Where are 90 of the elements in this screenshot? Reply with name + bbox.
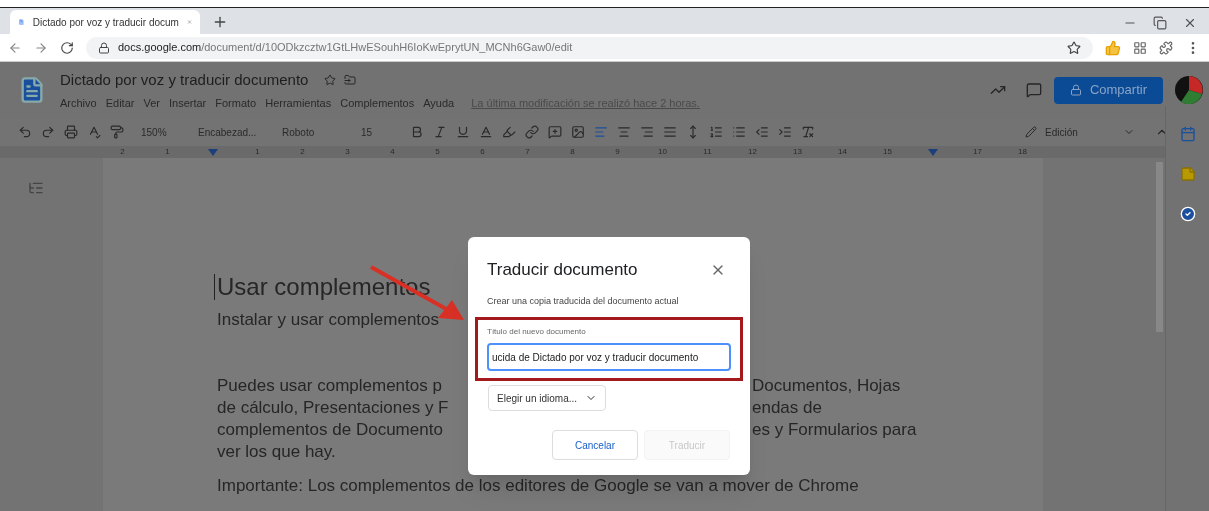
pencil-icon[interactable] (1025, 126, 1037, 138)
indent-marker-icon[interactable] (207, 148, 218, 156)
lock-icon (1069, 84, 1082, 96)
star-icon[interactable] (1067, 40, 1081, 55)
document-title[interactable]: Dictado por voz y traducir documento (60, 68, 309, 91)
menu-item[interactable]: Ayuda (423, 95, 455, 112)
paragraph-text: de cálculo, Presentaciones y F (217, 398, 449, 417)
menu-item[interactable]: Formato (215, 95, 257, 112)
paragraph-text: Puedes usar complementos p (217, 376, 442, 395)
image-icon[interactable] (571, 125, 585, 139)
text-color-icon[interactable] (479, 125, 493, 139)
outline-icon[interactable] (28, 180, 44, 196)
calendar-icon[interactable] (1179, 126, 1196, 142)
restore-icon[interactable] (1153, 16, 1167, 30)
ruler-number: 13 (792, 146, 803, 158)
menu-item[interactable]: Archivo (60, 95, 97, 112)
menu-item[interactable]: Editar (105, 95, 135, 112)
highlighter-icon[interactable] (502, 125, 516, 139)
share-button[interactable]: Compartir (1053, 76, 1163, 104)
italic-icon[interactable] (433, 125, 447, 139)
grid-icon[interactable] (1133, 40, 1147, 55)
ruler-number: 14 (837, 146, 848, 158)
note-icon[interactable] (1179, 166, 1196, 182)
reload-icon[interactable] (60, 40, 74, 55)
language-dropdown[interactable]: Elegir un idioma... (488, 385, 607, 411)
menu-item[interactable]: Herramientas (265, 95, 332, 112)
comment-icon[interactable] (1025, 82, 1042, 98)
dialog-title: Traducir documento (487, 259, 638, 281)
paragraph-text: complementos de Documento (217, 420, 443, 439)
new-tab-icon[interactable] (212, 14, 228, 30)
bold-icon[interactable] (410, 125, 424, 139)
url-host: docs.google.com (118, 40, 202, 56)
menu-item[interactable]: Ver (143, 95, 160, 112)
field-label: Título del nuevo documento (487, 326, 587, 338)
paragraph-text: es y Formularios para (752, 419, 917, 441)
url-path: /document/d/10ODkzcztw1GtLHwESouhH6IoKwEprytUN_MCNh6Gaw0/edit (201, 40, 573, 56)
numbered-list-icon[interactable] (709, 125, 723, 139)
mode-dropdown[interactable]: Edición (1045, 124, 1115, 140)
paint-format-icon[interactable] (110, 125, 124, 139)
browser-tab[interactable]: Dictado por voz y traducir docum (10, 10, 200, 34)
thumbs-up-icon[interactable] (1105, 39, 1121, 56)
menu-item[interactable]: Insertar (168, 95, 207, 112)
clear-formatting-icon[interactable] (801, 125, 815, 139)
note-text: Importante: Los complementos de los editores de Google se van a mover de Chrome (217, 475, 860, 497)
ruler-number: 1 (164, 146, 171, 158)
indent-marker-icon[interactable] (927, 148, 938, 156)
avatar-icon[interactable] (1175, 76, 1203, 104)
paragraph-text: Documentos, Hojas (752, 375, 901, 397)
style-dropdown[interactable]: Encabezad... (198, 124, 273, 140)
tasks-icon[interactable] (1179, 206, 1196, 222)
decrease-indent-icon[interactable] (755, 125, 769, 139)
undo-icon[interactable] (18, 125, 32, 139)
paragraph-text: endas de (752, 397, 822, 419)
ruler-number: 12 (747, 146, 758, 158)
star-icon[interactable] (324, 73, 337, 86)
underline-icon[interactable] (456, 125, 470, 139)
spellcheck-icon[interactable] (87, 125, 101, 139)
puzzle-icon[interactable] (1159, 40, 1173, 55)
paragraph-text: ver los que hay. (217, 442, 336, 461)
dialog-button[interactable]: Cancelar (552, 430, 638, 460)
size-dropdown[interactable]: 15 (361, 124, 401, 140)
dialog-description: Crear una copia traducida del documento actual (486, 294, 680, 308)
font-dropdown[interactable]: Roboto (282, 124, 352, 140)
ruler-number: 15 (882, 146, 893, 158)
link-icon[interactable] (525, 125, 539, 139)
forward-icon[interactable] (34, 40, 48, 55)
ruler-number: 10 (657, 146, 668, 158)
folder-icon[interactable] (344, 73, 357, 86)
add-comment-icon[interactable] (548, 125, 562, 139)
close-icon[interactable] (1183, 16, 1197, 30)
text-cursor (214, 274, 215, 300)
title-input[interactable]: ucida de Dictado por voz y traducir documento (487, 343, 731, 371)
zoom-dropdown[interactable]: 150% (141, 124, 189, 140)
tab-title: Dictado por voz y traducir docum (32, 15, 179, 30)
address-field[interactable]: docs.google.com/document/d/10ODkzcztw1GtLHwESouhH6IoKwEprytUN_MCNh6Gaw0/edit (86, 36, 1093, 59)
align-center-icon[interactable] (617, 125, 631, 139)
redo-icon[interactable] (41, 125, 55, 139)
menu-item[interactable]: Complementos (340, 95, 415, 112)
bulleted-list-icon[interactable] (732, 125, 746, 139)
ruler-number: 11 (702, 146, 713, 158)
ruler-number: 1 (254, 146, 261, 158)
subheading: Instalar y usar complementos (217, 309, 440, 331)
ruler-number: 18 (1017, 146, 1028, 158)
align-justify-icon[interactable] (663, 125, 677, 139)
back-icon[interactable] (8, 40, 22, 55)
ruler-number: 17 (972, 146, 983, 158)
print-icon[interactable] (64, 125, 78, 139)
lock-icon (98, 41, 110, 54)
align-right-icon[interactable] (640, 125, 654, 139)
increase-indent-icon[interactable] (778, 125, 792, 139)
